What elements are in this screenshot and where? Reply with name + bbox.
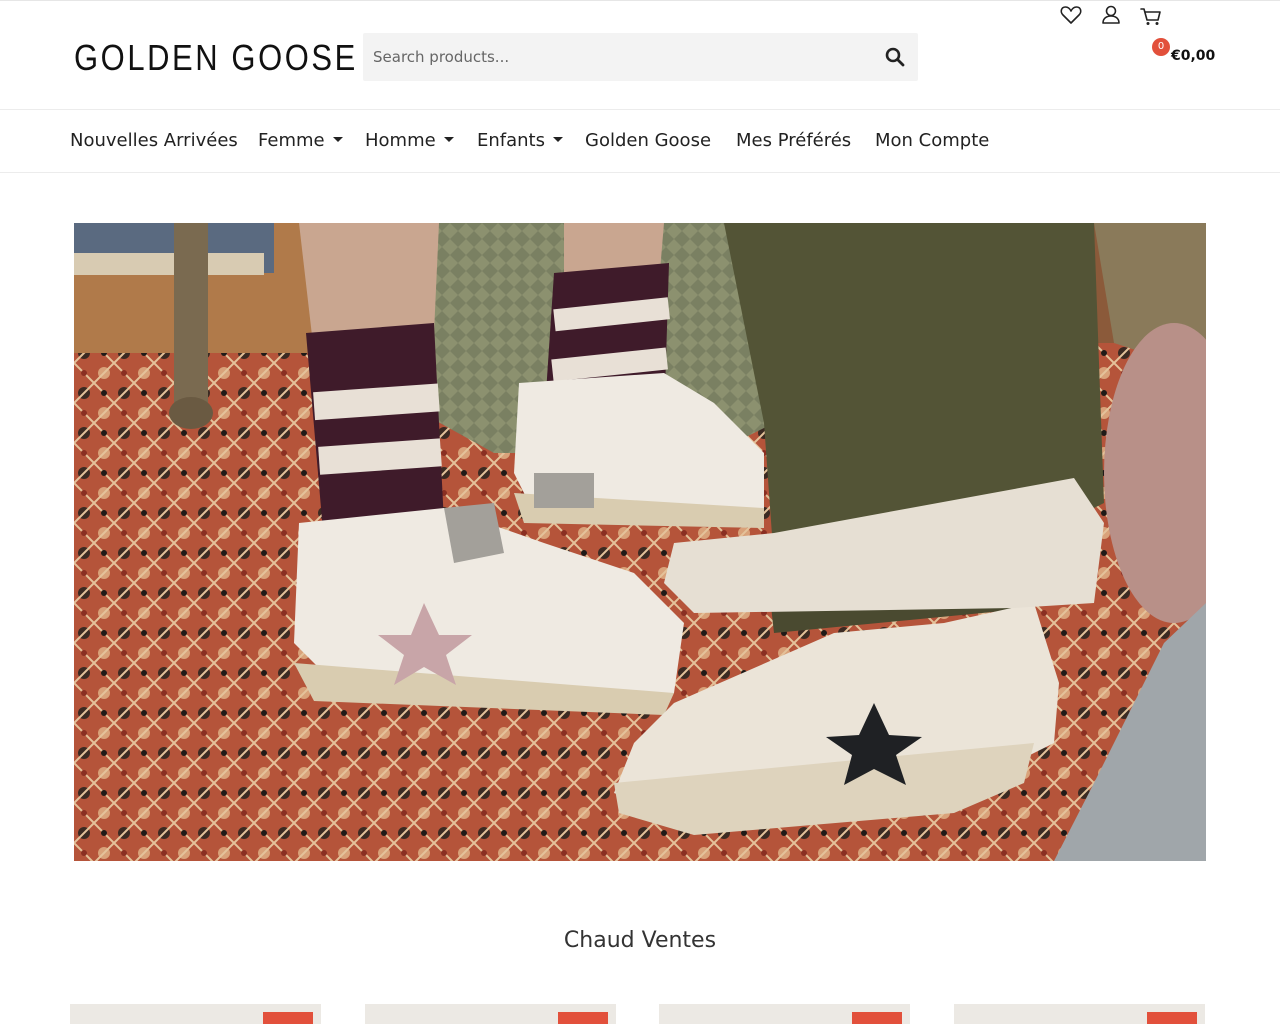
nav-item-label: Golden Goose <box>585 130 712 151</box>
search-input[interactable] <box>363 33 918 81</box>
section-title: Chaud Ventes <box>563 928 717 953</box>
site-header: GOLDEN GOOSE 0 €0,00 <box>0 0 1280 110</box>
nav-item-nouvelles-arrivees[interactable]: Nouvelles Arrivées <box>70 130 238 151</box>
nav-item-mes-preferes[interactable]: Mes Préférés <box>736 130 851 151</box>
nav-item-enfants[interactable]: Enfants <box>477 130 563 151</box>
product-card[interactable] <box>659 1004 910 1024</box>
product-card[interactable] <box>70 1004 321 1024</box>
search-bar <box>363 33 918 81</box>
nav-item-label: Homme <box>365 130 436 151</box>
cart-icon[interactable] <box>1138 1 1164 29</box>
hero-banner-image[interactable] <box>74 223 1206 861</box>
site-logo[interactable]: GOLDEN GOOSE <box>74 37 358 79</box>
caret-down-icon <box>443 136 454 142</box>
nav-item-label: Mes Préférés <box>736 130 852 151</box>
cart-count-badge: 0 <box>1152 38 1170 56</box>
sale-badge <box>558 1012 608 1024</box>
nav-item-mon-compte[interactable]: Mon Compte <box>875 130 989 151</box>
product-card[interactable] <box>954 1004 1205 1024</box>
user-icon[interactable] <box>1098 1 1124 29</box>
sale-badge <box>852 1012 902 1024</box>
main-navigation: Nouvelles Arrivées Femme Homme Enfants G… <box>0 110 1280 173</box>
nav-item-golden-goose[interactable]: Golden Goose <box>585 130 711 151</box>
sale-badge <box>1147 1012 1197 1024</box>
hero-sneakers-illustration <box>74 223 1206 861</box>
nav-item-femme[interactable]: Femme <box>258 130 343 151</box>
search-icon[interactable] <box>884 46 906 68</box>
cart-total[interactable]: €0,00 <box>1171 48 1215 64</box>
caret-down-icon <box>553 136 563 142</box>
nav-item-homme[interactable]: Homme <box>365 130 454 151</box>
nav-item-label: Mon Compte <box>875 130 990 151</box>
nav-item-label: Nouvelles Arrivées <box>70 130 238 151</box>
product-card[interactable] <box>365 1004 616 1024</box>
caret-down-icon <box>332 136 343 142</box>
sale-badge <box>263 1012 313 1024</box>
heart-icon[interactable] <box>1058 1 1084 29</box>
nav-item-label: Femme <box>258 130 325 151</box>
nav-item-label: Enfants <box>477 130 545 151</box>
